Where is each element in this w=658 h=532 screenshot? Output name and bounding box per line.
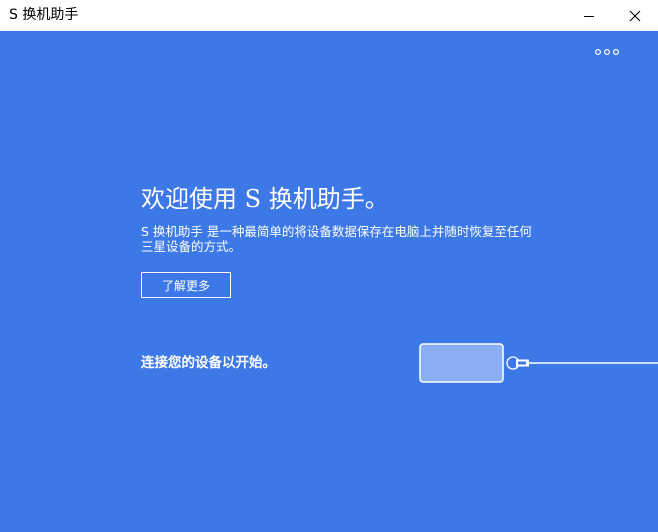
learn-more-button[interactable]: 了解更多	[141, 272, 231, 298]
main-panel: 欢迎使用 S 换机助手。 S 换机助手 是一种最简单的将设备数据保存在电脑上并随…	[0, 31, 658, 532]
connect-device-prompt: 连接您的设备以开始。	[141, 355, 276, 371]
phone-body	[419, 343, 504, 383]
more-options-button[interactable]	[592, 45, 622, 59]
title-bar: S 换机助手	[0, 0, 658, 31]
close-button[interactable]	[612, 0, 658, 31]
more-options-icon	[594, 48, 620, 56]
phone-usb-cable-icon	[419, 343, 658, 383]
minimize-button[interactable]	[566, 0, 612, 31]
welcome-heading: 欢迎使用 S 换机助手。	[141, 185, 389, 213]
app-window: S 换机助手 欢迎使用 S 换机助手。 S 换机助手 是一种最简单的将设备数据保…	[0, 0, 658, 532]
minimize-icon	[584, 15, 594, 17]
window-title: S 换机助手	[9, 7, 79, 23]
close-icon	[629, 10, 641, 21]
usb-plug-slot	[518, 361, 526, 365]
app-description: S 换机助手 是一种最简单的将设备数据保存在电脑上并随时恢复至任何三星设备的方式…	[141, 224, 532, 254]
